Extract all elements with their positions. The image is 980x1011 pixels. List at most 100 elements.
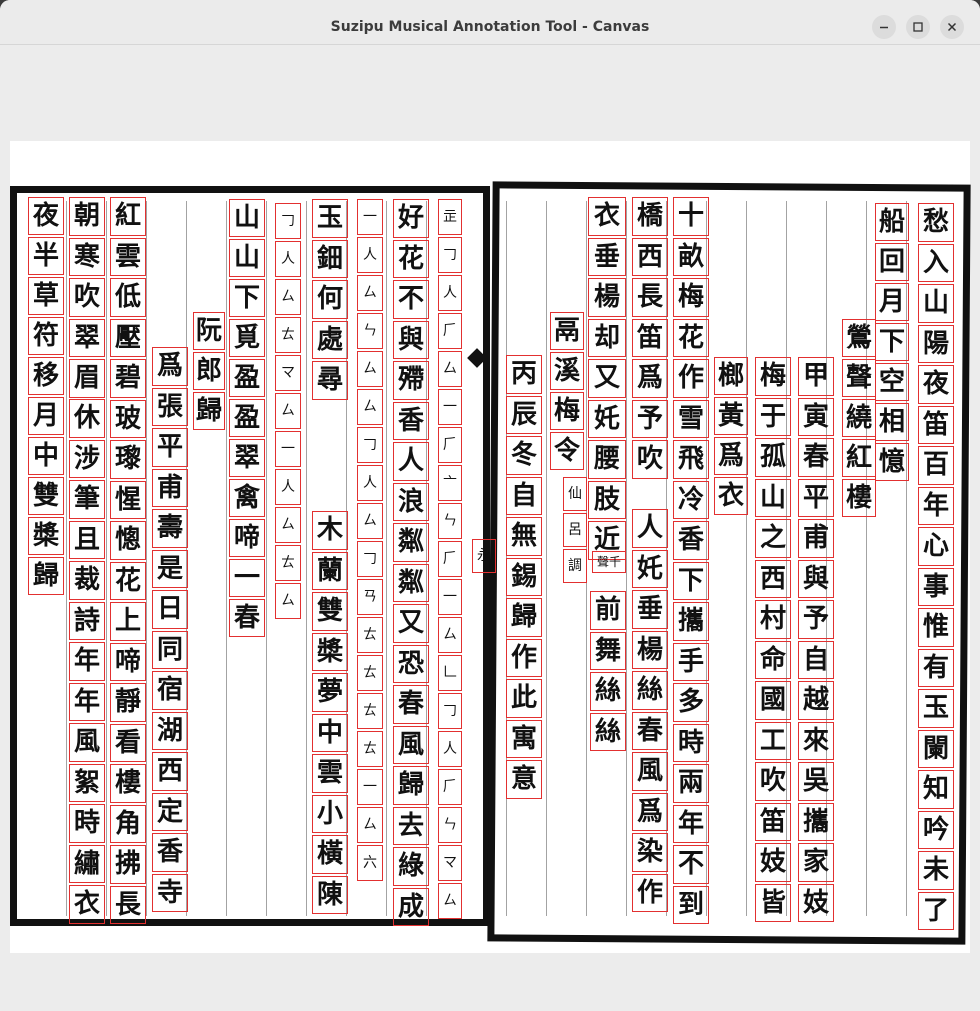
character-box[interactable]: 春 xyxy=(632,711,668,750)
character-box[interactable]: 人 xyxy=(357,465,383,501)
character-box[interactable]: 吹 xyxy=(632,440,668,479)
character-box[interactable]: 翠 xyxy=(229,439,265,477)
character-box[interactable]: 甫 xyxy=(798,519,834,558)
character-box[interactable]: 去 xyxy=(393,806,429,845)
character-box[interactable]: 上 xyxy=(110,602,146,641)
character-box[interactable]: 橋 xyxy=(632,197,668,236)
character-box[interactable]: 聲千 xyxy=(592,551,626,573)
character-box[interactable]: ㄣ xyxy=(438,807,462,843)
character-box[interactable]: 作 xyxy=(506,638,542,677)
character-box[interactable]: ㄊ xyxy=(275,317,301,353)
character-box[interactable]: 花 xyxy=(673,318,709,357)
character-box[interactable]: 好 xyxy=(393,199,429,238)
character-box[interactable]: 風 xyxy=(632,752,668,791)
character-box[interactable]: 玉 xyxy=(312,199,348,238)
character-box[interactable]: 錫 xyxy=(506,557,542,596)
annotation-canvas[interactable]: 愁入山陽夜笛百年心事惟有玉闌知吟未了船回月下空相憶鶯聲繞紅樓甲寅春平甫與予自越來… xyxy=(0,45,980,1011)
character-box[interactable]: ㄊ xyxy=(357,617,383,653)
character-box[interactable]: ㄙ xyxy=(357,389,383,425)
character-box[interactable]: 靜 xyxy=(110,683,146,722)
character-box[interactable]: 𠂆 xyxy=(438,313,462,349)
character-box[interactable]: 詩 xyxy=(69,601,105,640)
character-box[interactable]: 同 xyxy=(152,630,188,669)
character-box[interactable]: 年 xyxy=(69,642,105,681)
character-box[interactable]: 何 xyxy=(312,280,348,319)
character-box[interactable]: 草 xyxy=(28,277,64,315)
character-box[interactable]: 寅 xyxy=(798,397,834,436)
character-box[interactable]: 啼 xyxy=(229,519,265,557)
character-box[interactable]: 中 xyxy=(312,713,348,752)
character-box[interactable]: 絲 xyxy=(590,712,626,751)
character-box[interactable]: 意 xyxy=(506,760,542,799)
character-box[interactable]: 憶 xyxy=(875,443,909,481)
character-box[interactable]: 自 xyxy=(506,476,542,515)
character-box[interactable]: 香 xyxy=(673,521,709,560)
character-box[interactable]: 日 xyxy=(152,590,188,629)
character-box[interactable]: 壽 xyxy=(152,509,188,548)
character-box[interactable]: 與 xyxy=(393,320,429,359)
character-box[interactable]: 花 xyxy=(110,561,146,600)
character-box[interactable]: 歸 xyxy=(393,766,429,805)
character-box[interactable]: 作 xyxy=(632,873,668,912)
character-box[interactable]: 自 xyxy=(798,640,834,679)
character-box[interactable]: 垂 xyxy=(632,590,668,629)
character-box[interactable]: 𠃊 xyxy=(438,655,462,691)
character-box[interactable]: 雙 xyxy=(28,477,64,515)
character-box[interactable]: 朝 xyxy=(69,197,105,236)
character-box[interactable]: 溪 xyxy=(550,352,584,390)
close-button[interactable] xyxy=(940,15,964,39)
character-box[interactable]: ㄊ xyxy=(357,655,383,691)
character-box[interactable]: 命 xyxy=(755,640,791,679)
character-box[interactable]: 紅 xyxy=(842,439,876,477)
character-box[interactable]: 攜 xyxy=(798,802,834,841)
character-box[interactable]: 玉 xyxy=(918,689,954,728)
character-box[interactable]: 粼 xyxy=(393,563,429,602)
character-box[interactable]: 𠂆 xyxy=(438,427,462,463)
character-box[interactable]: 年 xyxy=(69,682,105,721)
character-box[interactable]: 予 xyxy=(798,600,834,639)
character-box[interactable]: 西 xyxy=(755,559,791,598)
character-box[interactable]: 永 xyxy=(472,539,496,573)
character-box[interactable]: 一 xyxy=(357,199,383,235)
character-box[interactable]: 花 xyxy=(393,239,429,278)
character-box[interactable]: 了 xyxy=(918,891,954,930)
character-box[interactable]: 月 xyxy=(875,283,909,321)
character-box[interactable]: 長 xyxy=(110,885,146,924)
character-box[interactable]: 有 xyxy=(918,648,954,687)
character-box[interactable]: 人 xyxy=(275,469,301,505)
character-box[interactable]: 人 xyxy=(393,442,429,481)
character-box[interactable]: ㄊ xyxy=(357,693,383,729)
character-box[interactable]: 事 xyxy=(918,567,954,606)
character-box[interactable]: 樓 xyxy=(110,764,146,803)
character-box[interactable]: 低 xyxy=(110,278,146,317)
character-box[interactable]: 紅 xyxy=(110,197,146,236)
character-box[interactable]: ㄣ xyxy=(357,313,383,349)
character-box[interactable]: 夜 xyxy=(28,197,64,235)
character-box[interactable]: 楊 xyxy=(632,630,668,669)
character-box[interactable]: ㄙ xyxy=(275,279,301,315)
character-box[interactable]: 村 xyxy=(755,600,791,639)
character-box[interactable]: 㱏 xyxy=(438,199,462,235)
character-box[interactable]: 下 xyxy=(875,323,909,361)
character-box[interactable]: ㄙ xyxy=(438,617,462,653)
character-box[interactable]: 湖 xyxy=(152,711,188,750)
character-box[interactable]: 成 xyxy=(393,887,429,926)
minimize-button[interactable] xyxy=(872,15,896,39)
character-box[interactable]: ㄣ xyxy=(438,503,462,539)
character-box[interactable]: 半 xyxy=(28,237,64,275)
character-box[interactable]: 張 xyxy=(152,387,188,426)
character-box[interactable]: 未 xyxy=(918,851,954,890)
character-box[interactable]: 衣 xyxy=(69,885,105,924)
character-box[interactable]: 山 xyxy=(229,199,265,237)
character-box[interactable]: 繡 xyxy=(69,844,105,883)
character-box[interactable]: 予 xyxy=(632,399,668,438)
character-box[interactable]: 𠃌 xyxy=(357,427,383,463)
character-box[interactable]: 冷 xyxy=(673,480,709,519)
character-box[interactable]: 雲 xyxy=(312,754,348,793)
character-box[interactable]: 此 xyxy=(506,679,542,718)
character-box[interactable]: 木 xyxy=(312,511,348,550)
character-box[interactable]: 壓 xyxy=(110,318,146,357)
character-box[interactable]: 却 xyxy=(588,318,626,357)
character-box[interactable]: 多 xyxy=(673,683,709,722)
character-box[interactable]: 甫 xyxy=(152,468,188,507)
